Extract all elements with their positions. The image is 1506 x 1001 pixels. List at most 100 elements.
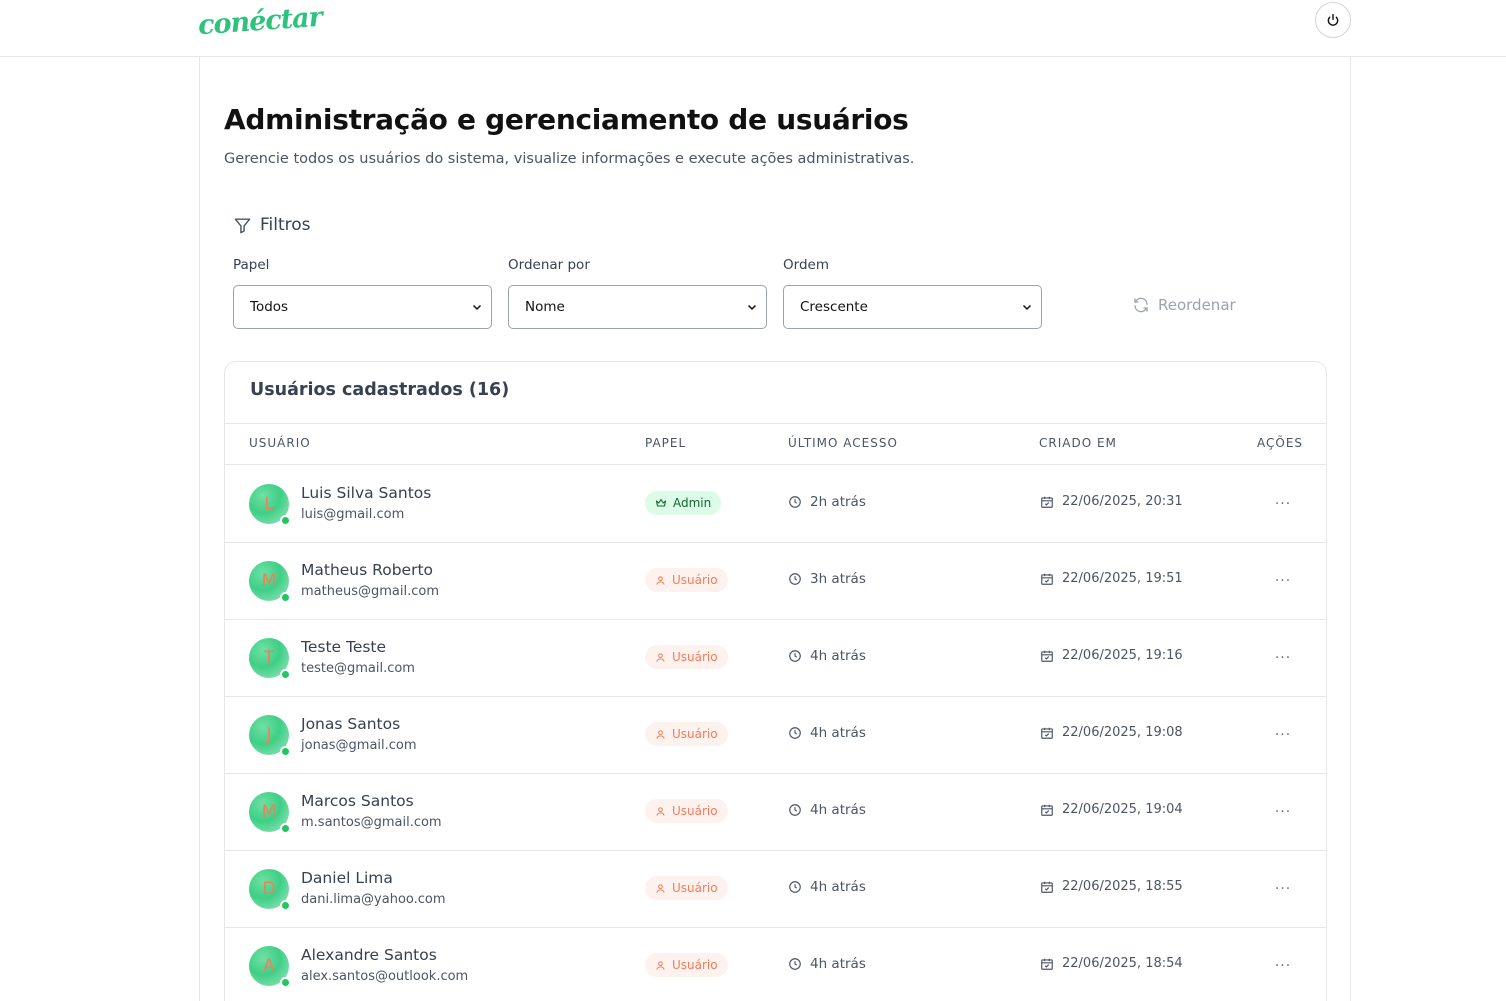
last-access-value: 4h atrás <box>810 879 866 895</box>
sort-filter-select[interactable]: Nome <box>508 285 767 329</box>
chevron-down-icon <box>1021 301 1033 313</box>
table-row[interactable]: L Luis Silva Santos luis@gmail.com Admin… <box>225 466 1326 543</box>
page-title: Administração e gerenciamento de usuário… <box>224 103 909 136</box>
role-badge-label: Usuário <box>672 881 718 895</box>
online-status-dot <box>280 977 291 988</box>
user-email: dani.lima@yahoo.com <box>301 892 446 907</box>
created-at-value: 22/06/2025, 19:51 <box>1062 571 1183 586</box>
role-badge: Usuário <box>645 953 728 977</box>
last-access: 2h atrás <box>788 494 866 510</box>
table-row[interactable]: M Matheus Roberto matheus@gmail.com Usuá… <box>225 543 1326 620</box>
user-name: Matheus Roberto <box>301 561 433 579</box>
avatar-initial: J <box>266 725 272 745</box>
user-email: matheus@gmail.com <box>301 584 439 599</box>
last-access: 3h atrás <box>788 571 866 587</box>
page-subtitle: Gerencie todos os usuários do sistema, v… <box>224 151 915 167</box>
user-icon <box>655 575 666 586</box>
row-actions-button[interactable]: ··· <box>1265 492 1301 516</box>
conectar-logo[interactable]: conéctar <box>197 2 323 42</box>
online-status-dot <box>280 592 291 603</box>
role-filter-value: Todos <box>250 299 289 315</box>
table-row[interactable]: A Alexandre Santos alex.santos@outlook.c… <box>225 928 1326 1001</box>
calendar-icon <box>1040 572 1054 586</box>
row-actions-button[interactable]: ··· <box>1265 877 1301 901</box>
row-actions-button[interactable]: ··· <box>1265 800 1301 824</box>
user-email: jonas@gmail.com <box>301 738 417 753</box>
created-at-value: 22/06/2025, 18:55 <box>1062 879 1183 894</box>
avatar: T <box>249 638 291 680</box>
reorder-button[interactable]: Reordenar <box>1132 293 1236 317</box>
clock-icon <box>788 572 802 586</box>
user-name: Teste Teste <box>301 638 387 656</box>
sort-filter-value: Nome <box>525 299 565 315</box>
role-badge: Admin <box>645 491 722 515</box>
online-status-dot <box>280 669 291 680</box>
reorder-label: Reordenar <box>1158 296 1236 314</box>
avatar: M <box>249 561 291 603</box>
role-filter-label: Papel <box>233 257 270 273</box>
created-at-value: 22/06/2025, 20:31 <box>1062 494 1183 509</box>
table-row[interactable]: M Marcos Santos m.santos@gmail.com Usuár… <box>225 774 1326 851</box>
table-header: USUÁRIO PAPEL ÚLTIMO ACESSO CRIADO EM AÇ… <box>225 423 1326 465</box>
user-icon <box>655 883 666 894</box>
role-badge-label: Usuário <box>672 573 718 587</box>
avatar: A <box>249 946 291 988</box>
calendar-icon <box>1040 649 1054 663</box>
user-email: luis@gmail.com <box>301 507 405 522</box>
calendar-icon <box>1040 495 1054 509</box>
clock-icon <box>788 803 802 817</box>
row-actions-button[interactable]: ··· <box>1265 646 1301 670</box>
users-card: Usuários cadastrados (16) USUÁRIO PAPEL … <box>224 361 1327 1001</box>
last-access-value: 4h atrás <box>810 725 866 741</box>
user-name: Daniel Lima <box>301 869 393 887</box>
online-status-dot <box>280 746 291 757</box>
table-row[interactable]: T Teste Teste teste@gmail.com Usuário 4h… <box>225 620 1326 697</box>
last-access-value: 4h atrás <box>810 956 866 972</box>
row-actions-button[interactable]: ··· <box>1265 569 1301 593</box>
logout-button[interactable] <box>1315 2 1351 38</box>
created-at: 22/06/2025, 19:16 <box>1040 648 1183 663</box>
last-access: 4h atrás <box>788 725 866 741</box>
user-icon <box>655 960 666 971</box>
filters-title: Filtros <box>260 215 311 235</box>
order-filter-select[interactable]: Crescente <box>783 285 1042 329</box>
user-name: Alexandre Santos <box>301 946 437 964</box>
clock-icon <box>788 957 802 971</box>
row-actions-button[interactable]: ··· <box>1265 954 1301 978</box>
user-email: m.santos@gmail.com <box>301 815 442 830</box>
refresh-icon <box>1132 296 1150 314</box>
sort-filter-label: Ordenar por <box>508 257 590 273</box>
power-icon <box>1326 13 1340 27</box>
user-icon <box>655 729 666 740</box>
avatar: M <box>249 792 291 834</box>
role-badge: Usuário <box>645 876 728 900</box>
user-email: alex.santos@outlook.com <box>301 969 469 984</box>
chevron-down-icon <box>471 301 483 313</box>
order-filter-label: Ordem <box>783 257 829 273</box>
avatar-initial: T <box>263 648 275 668</box>
last-access-value: 4h atrás <box>810 648 866 664</box>
role-badge-label: Usuário <box>672 804 718 818</box>
created-at: 22/06/2025, 19:08 <box>1040 725 1183 740</box>
table-row[interactable]: J Jonas Santos jonas@gmail.com Usuário 4… <box>225 697 1326 774</box>
created-at: 22/06/2025, 19:51 <box>1040 571 1183 586</box>
avatar: L <box>249 484 291 526</box>
clock-icon <box>788 880 802 894</box>
order-filter-value: Crescente <box>800 299 868 315</box>
last-access-value: 4h atrás <box>810 802 866 818</box>
user-email: teste@gmail.com <box>301 661 415 676</box>
calendar-icon <box>1040 957 1054 971</box>
filters-header: Filtros <box>233 215 311 235</box>
column-actions: AÇÕES <box>1257 436 1304 450</box>
created-at-value: 22/06/2025, 19:04 <box>1062 802 1183 817</box>
avatar: J <box>249 715 291 757</box>
table-row[interactable]: D Daniel Lima dani.lima@yahoo.com Usuári… <box>225 851 1326 928</box>
role-badge-label: Usuário <box>672 650 718 664</box>
calendar-icon <box>1040 880 1054 894</box>
created-at-value: 22/06/2025, 19:16 <box>1062 648 1183 663</box>
row-actions-button[interactable]: ··· <box>1265 723 1301 747</box>
role-badge: Usuário <box>645 722 728 746</box>
calendar-icon <box>1040 726 1054 740</box>
role-filter-select[interactable]: Todos <box>233 285 492 329</box>
role-badge-label: Usuário <box>672 727 718 741</box>
